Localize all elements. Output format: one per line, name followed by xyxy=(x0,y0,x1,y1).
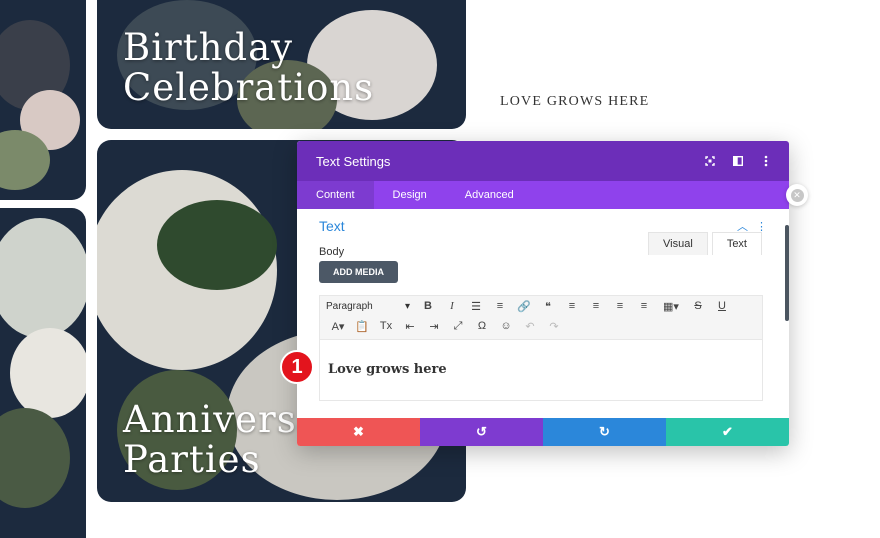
undo-button[interactable]: ↺ xyxy=(420,418,543,446)
align-right-icon[interactable]: ≡ xyxy=(608,300,632,312)
modal-title: Text Settings xyxy=(316,153,391,169)
more-options-icon[interactable] xyxy=(755,150,777,172)
close-icon: ✕ xyxy=(790,188,804,202)
add-media-button[interactable]: ADD MEDIA xyxy=(319,261,398,283)
link-icon[interactable]: 🔗 xyxy=(512,300,536,313)
toolbar-row-1: Paragraph ▾ B I ☰ ≡ 🔗 ❝ ≡ ≡ ≡ ≡ ▦▾ S U xyxy=(320,296,762,316)
photo-card-left-top xyxy=(0,0,86,200)
bold-icon[interactable]: B xyxy=(416,300,440,312)
align-justify-icon[interactable]: ≡ xyxy=(632,300,656,312)
tab-design[interactable]: Design xyxy=(374,181,446,209)
save-button[interactable]: ✔ xyxy=(666,418,789,446)
underline-icon[interactable]: U xyxy=(710,300,734,312)
section-options-icon[interactable]: ⋮ xyxy=(756,220,767,233)
editor-content-area[interactable]: Love grows here xyxy=(319,339,763,401)
emoji-icon[interactable]: ☺ xyxy=(494,320,518,332)
text-settings-modal: Text Settings Content Design Advanced Te… xyxy=(297,141,789,446)
format-select-label: Paragraph xyxy=(326,300,373,312)
text-color-icon[interactable]: A▾ xyxy=(326,320,350,333)
step-badge: 1 xyxy=(280,350,314,384)
table-icon[interactable]: ▦▾ xyxy=(656,300,686,313)
numbered-list-icon[interactable]: ≡ xyxy=(488,300,512,312)
tagline-text: LOVE GROWS HERE xyxy=(500,94,650,109)
align-left-icon[interactable]: ≡ xyxy=(560,300,584,312)
tab-content[interactable]: Content xyxy=(297,181,374,209)
undo-icon[interactable]: ↶ xyxy=(518,320,542,333)
editor-toolbar: Paragraph ▾ B I ☰ ≡ 🔗 ❝ ≡ ≡ ≡ ≡ ▦▾ S U A▾… xyxy=(319,295,763,340)
tab-advanced[interactable]: Advanced xyxy=(446,181,533,209)
clear-format-icon[interactable]: Tx xyxy=(374,320,398,332)
editor-mode-tabs: Visual Text xyxy=(644,232,762,255)
format-select[interactable]: Paragraph ▾ xyxy=(326,301,416,312)
align-center-icon[interactable]: ≡ xyxy=(584,300,608,312)
fullscreen-editor-icon[interactable]: ⤢ xyxy=(446,320,470,333)
italic-icon[interactable]: I xyxy=(440,300,464,312)
tab-text[interactable]: Text xyxy=(711,232,762,255)
blockquote-icon[interactable]: ❝ xyxy=(536,300,560,313)
modal-footer: ✖ ↺ ↻ ✔ xyxy=(297,418,789,446)
strikethrough-icon[interactable]: S xyxy=(686,300,710,312)
redo-button[interactable]: ↻ xyxy=(543,418,666,446)
editor-content-text: Love grows here xyxy=(328,362,447,377)
split-view-icon[interactable] xyxy=(727,150,749,172)
modal-header: Text Settings xyxy=(297,141,789,181)
indent-icon[interactable]: ⇥ xyxy=(422,320,446,333)
cancel-button[interactable]: ✖ xyxy=(297,418,420,446)
photo-card-birthday[interactable]: Birthday Celebrations xyxy=(97,0,466,129)
modal-scrollbar[interactable] xyxy=(785,225,789,321)
bullet-list-icon[interactable]: ☰ xyxy=(464,300,488,313)
redo-icon[interactable]: ↷ xyxy=(542,320,566,333)
fullscreen-icon[interactable] xyxy=(699,150,721,172)
outdent-icon[interactable]: ⇤ xyxy=(398,320,422,333)
toolbar-row-2: A▾ 📋 Tx ⇤ ⇥ ⤢ Ω ☺ ↶ ↷ xyxy=(320,316,762,336)
special-character-icon[interactable]: Ω xyxy=(470,320,494,332)
paste-icon[interactable]: 📋 xyxy=(350,320,374,333)
close-modal-button[interactable]: ✕ xyxy=(786,184,808,206)
tab-visual[interactable]: Visual xyxy=(648,232,708,255)
card-title-birthday: Birthday Celebrations xyxy=(123,26,375,109)
photo-card-left-bottom xyxy=(0,208,86,538)
settings-tabs: Content Design Advanced xyxy=(297,181,789,209)
chevron-down-icon: ▾ xyxy=(404,300,410,312)
